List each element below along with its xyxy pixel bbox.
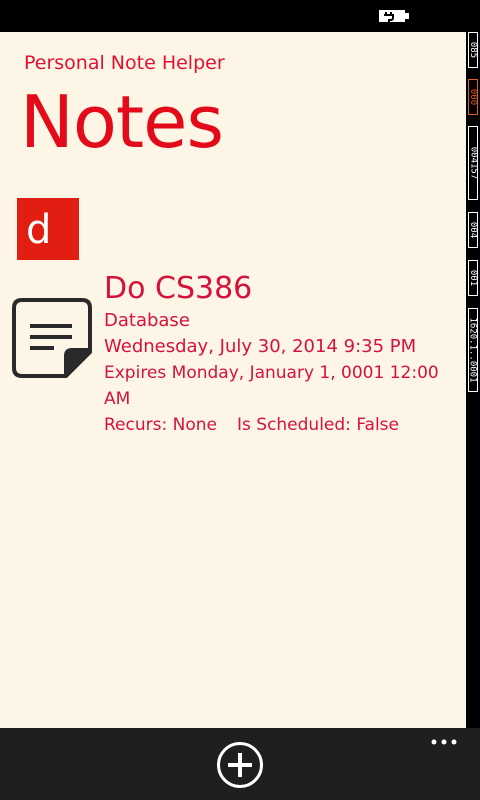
add-icon — [217, 742, 263, 788]
frame-counter: 004 — [468, 212, 478, 248]
note-recurs: Recurs: None — [104, 415, 217, 435]
note-expires: Expires Monday, January 1, 0001 12:00 AM — [104, 363, 439, 409]
status-bar — [0, 0, 480, 32]
note-title: Do CS386 — [104, 271, 253, 306]
frame-counter: 085 — [468, 32, 478, 68]
frame-counter: 004157 — [468, 126, 478, 200]
note-list-item[interactable]: Do CS386 Database Wednesday, July 30, 20… — [10, 270, 460, 435]
page-title: Notes — [20, 80, 224, 164]
add-note-button[interactable] — [216, 741, 264, 789]
note-flags: Recurs: None Is Scheduled: False — [104, 412, 460, 438]
note-details: Do CS386 Database Wednesday, July 30, 20… — [104, 270, 460, 438]
frame-counter: 001 — [468, 260, 478, 296]
group-header-tile[interactable]: d — [17, 198, 79, 260]
more-dots-icon — [431, 739, 457, 745]
frame-counter: 1620.1..0001 — [468, 308, 478, 392]
note-category: Database — [104, 310, 190, 331]
frame-rate-counters: 085 000 004157 004 001 1620.1..0001 — [466, 32, 480, 728]
application-bar — [0, 728, 480, 800]
note-icon — [12, 298, 92, 378]
app-name: Personal Note Helper — [24, 52, 225, 74]
battery-charging-icon — [379, 10, 409, 22]
note-scheduled: Is Scheduled: False — [237, 415, 399, 435]
note-date: Wednesday, July 30, 2014 9:35 PM — [104, 336, 417, 357]
more-options-button[interactable] — [424, 730, 464, 754]
group-letter: d — [26, 207, 52, 253]
frame-counter: 000 — [468, 79, 478, 115]
